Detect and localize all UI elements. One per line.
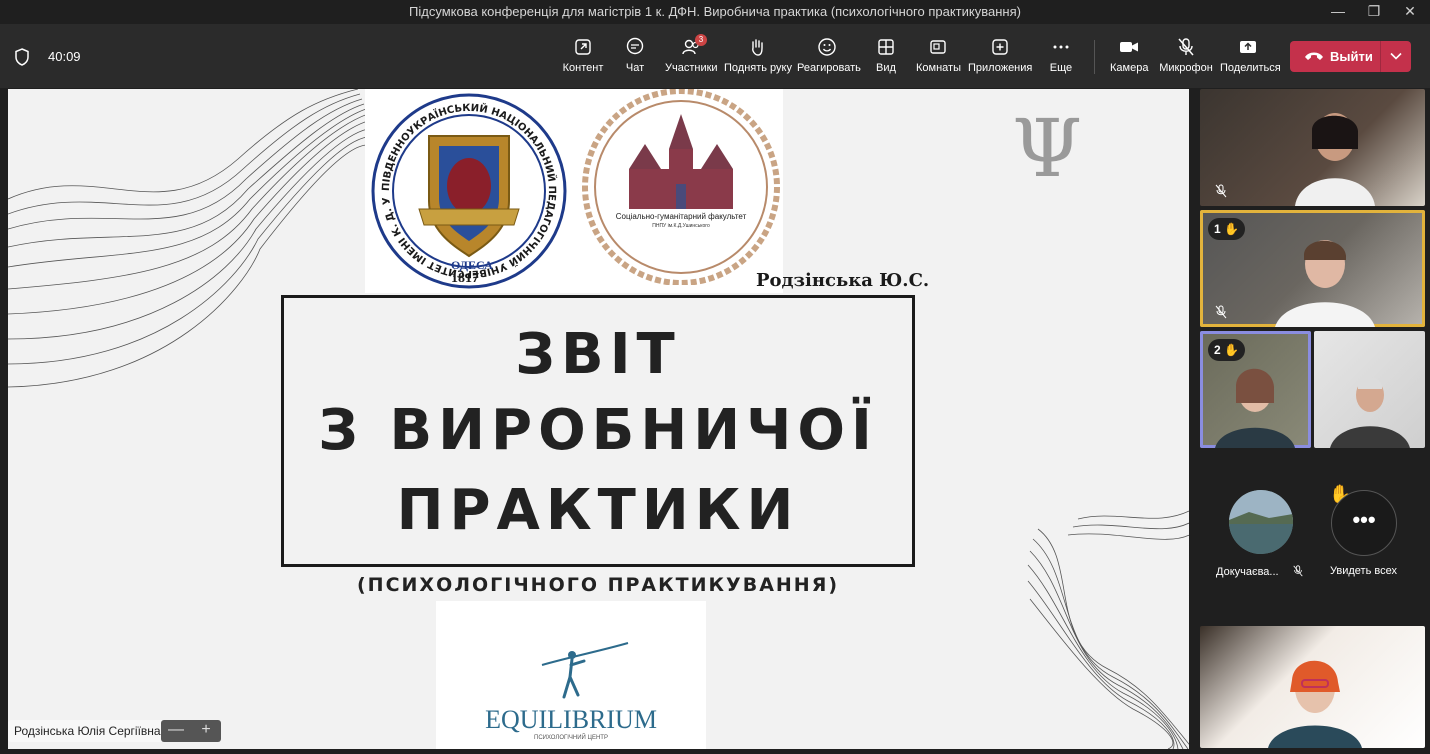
- raised-hand-icon: ✋: [1224, 222, 1239, 236]
- share-label: Поделиться: [1220, 62, 1281, 74]
- content-button[interactable]: Контент: [560, 36, 606, 80]
- raised-hand-badge: 2 ✋: [1208, 339, 1245, 361]
- participants-button[interactable]: 3 Участники: [665, 34, 718, 80]
- participant-video-tile-5[interactable]: [1200, 626, 1425, 748]
- slide-subtitle: (ПСИХОЛОГІЧНОГО ПРАКТИКУВАННЯ): [356, 574, 840, 596]
- attendee-name: Докучаєва...: [1216, 565, 1304, 578]
- psi-symbol: Ψ: [1012, 102, 1083, 195]
- attendee-avatar[interactable]: [1229, 490, 1293, 554]
- participant-silhouette: [1215, 368, 1295, 448]
- participants-label: Участники: [665, 62, 718, 74]
- zoom-out-button[interactable]: —: [161, 721, 191, 739]
- mic-button[interactable]: Микрофон: [1158, 36, 1214, 80]
- view-button[interactable]: Вид: [872, 36, 900, 80]
- window-title: Підсумкова конференція для магістрів 1 к…: [409, 4, 1021, 19]
- faculty-name: Соціально-гуманітарний факультет: [615, 212, 747, 221]
- rooms-label: Комнаты: [916, 62, 961, 74]
- meeting-toolbar: 40:09 Контент Чат 3 Участники Поднять ру…: [0, 24, 1430, 88]
- minimize-button[interactable]: —: [1320, 0, 1356, 24]
- svg-text:ПІВДЕННОУКРАЇНСЬКИЙ НАЦІОНАЛЬН: ПІВДЕННОУКРАЇНСЬКИЙ НАЦІОНАЛЬНИЙ ПЕДАГОГ…: [363, 89, 559, 279]
- apps-button[interactable]: Приложения: [968, 36, 1032, 80]
- more-dots-icon: [1053, 45, 1069, 49]
- hand-queue-number: 1: [1214, 222, 1221, 236]
- shared-slide: ПІВДЕННОУКРАЇНСЬКИЙ НАЦІОНАЛЬНИЙ ПЕДАГОГ…: [8, 89, 1189, 749]
- zoom-control: — +: [161, 720, 221, 742]
- slide-title-line3: ПРАКТИКИ: [396, 478, 800, 543]
- camera-icon: [1120, 42, 1138, 52]
- equilibrium-subtitle: ПСИХОЛОГІЧНИЙ ЦЕНТР: [534, 735, 608, 741]
- university-year: 1817: [451, 271, 479, 286]
- toolbar-divider: [1094, 40, 1095, 74]
- mic-off-icon: [1293, 565, 1303, 577]
- mic-off-icon: [1178, 38, 1194, 56]
- raise-hand-label: Поднять руку: [724, 62, 792, 74]
- close-button[interactable]: ✕: [1392, 0, 1428, 24]
- landscape-avatar-image: [1229, 490, 1293, 554]
- raised-hand-badge: 1 ✋: [1208, 218, 1245, 240]
- leave-separator: [1380, 41, 1381, 72]
- mic-off-icon: [1215, 184, 1227, 198]
- participant-video-tile-2[interactable]: 1 ✋: [1200, 210, 1425, 327]
- shield-icon: [15, 48, 29, 66]
- leave-label: Выйти: [1330, 49, 1373, 64]
- participant-silhouette: [1268, 660, 1362, 748]
- camera-button[interactable]: Камера: [1110, 36, 1148, 80]
- mic-label: Микрофон: [1159, 62, 1213, 74]
- camera-label: Камера: [1110, 62, 1149, 74]
- share-button[interactable]: Поделиться: [1220, 36, 1281, 80]
- see-all-participants-button[interactable]: •••: [1331, 490, 1397, 556]
- view-label: Вид: [876, 62, 896, 74]
- react-label: Реагировать: [797, 62, 861, 74]
- rooms-button[interactable]: Комнаты: [916, 36, 961, 80]
- hand-icon: [752, 39, 763, 56]
- participant-video-tile-3[interactable]: 2 ✋: [1200, 331, 1311, 448]
- attendee-name-text: Докучаєва...: [1216, 566, 1279, 578]
- mic-off-icon: [1215, 305, 1227, 319]
- raised-hand-icon: ✋: [1224, 343, 1239, 357]
- tightrope-walker-icon: [541, 642, 629, 699]
- presenter-name-tag: Родзінська Юлія Сергіївна: [8, 720, 167, 742]
- more-label: Еще: [1049, 62, 1073, 74]
- participants-count-badge: 3: [695, 34, 707, 46]
- participant-silhouette: [1330, 377, 1410, 448]
- share-screen-icon: [1240, 41, 1256, 53]
- chevron-down-icon[interactable]: [1389, 49, 1403, 63]
- hand-queue-number: 2: [1214, 343, 1221, 357]
- maximize-button[interactable]: ❐: [1356, 0, 1392, 24]
- equilibrium-logo: EQUILIBRIUM ПСИХОЛОГІЧНИЙ ЦЕНТР: [436, 601, 706, 749]
- grid-icon: [878, 39, 894, 55]
- plus-box-icon: [992, 39, 1008, 55]
- apps-label: Приложения: [968, 62, 1033, 74]
- see-all-label: Увидеть всех: [1330, 565, 1397, 577]
- wave-lines-decoration-right: [1027, 510, 1189, 749]
- smile-icon: [818, 38, 836, 56]
- slide-title-frame: ЗВІТ З ВИРОБНИЧОЇ ПРАКТИКИ: [281, 295, 915, 567]
- rooms-icon: [930, 40, 946, 54]
- participant-video-tile-4[interactable]: [1314, 331, 1425, 448]
- slide-author: Родзінська Ю.С.: [756, 270, 930, 291]
- equilibrium-name: EQUILIBRIUM: [485, 705, 657, 734]
- more-button[interactable]: Еще: [1048, 36, 1074, 80]
- participant-silhouette: [1295, 113, 1375, 206]
- zoom-in-button[interactable]: +: [191, 721, 221, 739]
- participant-silhouette: [1275, 240, 1375, 327]
- share-content-icon: [575, 39, 591, 55]
- faculty-subname: ПНПУ ім.К.Д.Ушинського: [652, 223, 710, 229]
- window-titlebar: Підсумкова конференція для магістрів 1 к…: [0, 0, 1430, 24]
- logo-strip: ПІВДЕННОУКРАЇНСЬКИЙ НАЦІОНАЛЬНИЙ ПЕДАГОГ…: [363, 89, 783, 293]
- leave-button[interactable]: Выйти: [1290, 41, 1411, 72]
- faculty-logo: [582, 89, 780, 285]
- participant-video-tile-1[interactable]: [1200, 89, 1425, 206]
- chat-button[interactable]: Чат: [620, 36, 650, 80]
- react-button[interactable]: Реагировать: [797, 36, 861, 80]
- meeting-timer: 40:09: [48, 49, 81, 64]
- phone-hangup-icon: [1305, 52, 1323, 60]
- content-label: Контент: [562, 62, 604, 74]
- chat-icon: [626, 37, 644, 55]
- slide-title-line2: З ВИРОБНИЧОЇ: [318, 398, 878, 463]
- raise-hand-button[interactable]: Поднять руку: [724, 36, 792, 80]
- slide-title-line1: ЗВІТ: [515, 322, 681, 387]
- chat-label: Чат: [625, 62, 645, 74]
